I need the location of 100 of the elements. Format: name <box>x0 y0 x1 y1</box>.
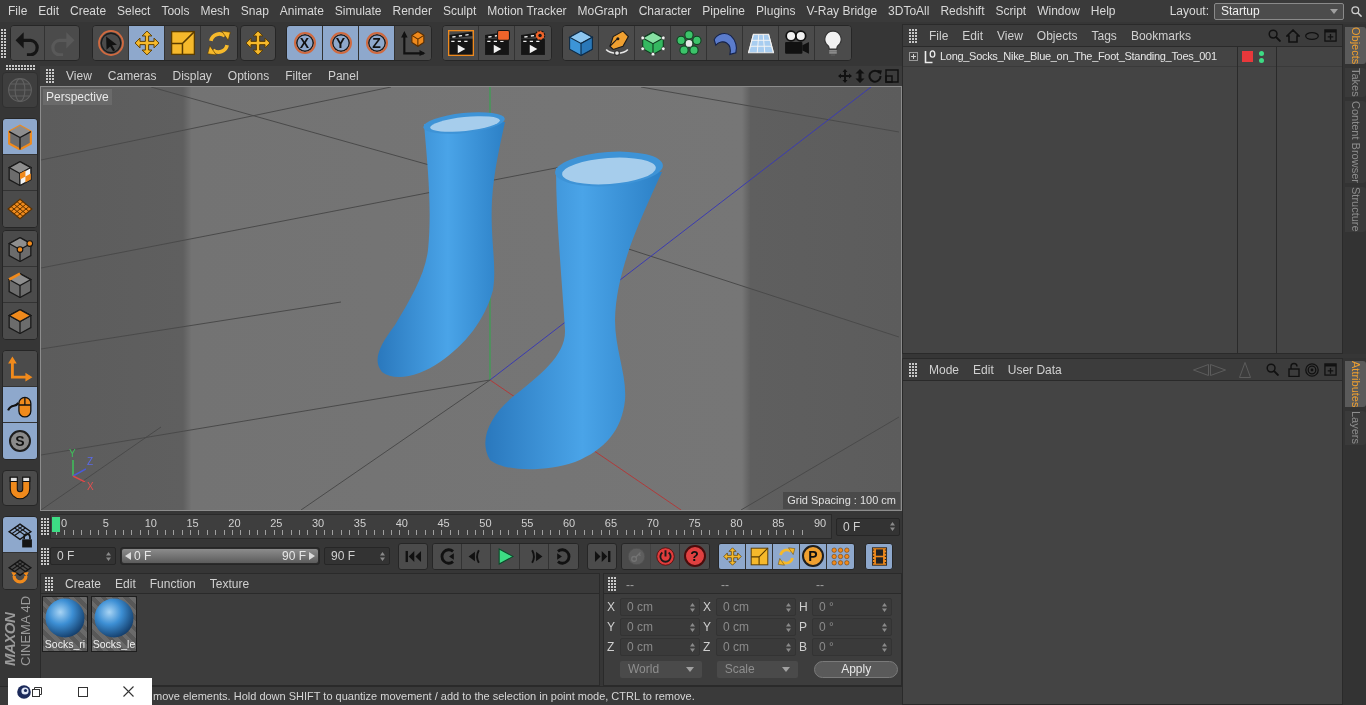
toolbar-button[interactable] <box>129 26 165 60</box>
spinner-icon[interactable] <box>890 522 895 531</box>
material-tile[interactable]: Socks_ri <box>42 596 88 652</box>
menu-item[interactable]: Panel <box>327 67 359 85</box>
menu-item[interactable]: Window <box>1037 2 1080 20</box>
menu-item[interactable]: Script <box>995 2 1027 20</box>
left-arrow-icon[interactable] <box>125 552 131 560</box>
menu-item[interactable]: Select <box>117 2 151 20</box>
menu-item[interactable]: Character <box>638 2 692 20</box>
toolbar-button[interactable] <box>563 26 599 60</box>
grip-icon[interactable] <box>45 576 53 591</box>
playback-button[interactable] <box>719 543 746 569</box>
menu-item[interactable]: Simulate <box>334 2 382 20</box>
parameter-button[interactable]: P <box>800 543 827 569</box>
caret-icon[interactable] <box>1330 8 1338 14</box>
toolbar-button[interactable] <box>240 25 276 61</box>
menu-item[interactable]: Create <box>65 574 102 593</box>
grip-icon[interactable] <box>909 28 917 43</box>
object-name[interactable]: Long_Socks_Nike_Blue_on_The_Foot_Standing_Toes_001 <box>940 48 1217 65</box>
menu-item[interactable]: Plugins <box>756 2 796 20</box>
menu-item[interactable]: Edit <box>38 2 60 20</box>
spinner-icon[interactable] <box>786 642 791 652</box>
timeline-ruler[interactable]: 0 5 10 15 20 25 30 35 40 45 50 55 60 65 70 75 80 85 90 <box>50 514 832 539</box>
spinner-icon[interactable] <box>786 622 791 632</box>
menu-item[interactable]: Redshift <box>940 2 985 20</box>
menu-item[interactable]: MoGraph <box>577 2 628 20</box>
caret-icon[interactable] <box>782 666 791 672</box>
menu-item[interactable]: 3DToAll <box>888 2 930 20</box>
menu-item[interactable]: Help <box>1090 2 1116 20</box>
restore-icon[interactable] <box>32 686 42 697</box>
panel-tab[interactable]: Layers <box>1345 411 1366 445</box>
layout-dropdown[interactable]: Startup <box>1214 2 1344 20</box>
panel-tab[interactable]: Content Browser <box>1345 101 1366 183</box>
spinner-icon[interactable] <box>380 551 385 561</box>
axis-toggle-button[interactable]: X <box>287 26 323 60</box>
playback-button[interactable] <box>827 543 854 569</box>
frame-field[interactable]: 0 F <box>50 547 116 565</box>
menu-item[interactable]: Tools <box>161 2 190 20</box>
frame-field[interactable]: 90 F <box>324 547 390 565</box>
menu-item[interactable]: Objects <box>1036 26 1078 45</box>
search-icon[interactable] <box>1351 5 1362 17</box>
right-arrow-icon[interactable] <box>309 552 315 560</box>
menu-item[interactable]: Edit <box>962 26 984 45</box>
menu-item[interactable]: View <box>66 67 92 85</box>
menu-item[interactable]: Create <box>70 2 107 20</box>
spinner-icon[interactable] <box>882 602 887 612</box>
menu-item[interactable]: V-Ray Bridge <box>806 2 878 20</box>
menu-item[interactable]: Texture <box>209 574 250 593</box>
tool-button[interactable] <box>3 387 37 423</box>
grip-icon[interactable] <box>46 69 54 83</box>
object-row[interactable]: Long_Socks_Nike_Blue_on_The_Foot_Standing_Toes_001 <box>903 47 1237 67</box>
grip-icon[interactable] <box>608 576 616 591</box>
axis-toggle-button[interactable]: Y <box>323 26 359 60</box>
panel-tab[interactable]: Takes <box>1345 68 1366 98</box>
spinner-icon[interactable] <box>882 642 887 652</box>
menu-item[interactable]: View <box>997 26 1023 45</box>
playback-button[interactable] <box>865 542 893 570</box>
menu-item[interactable]: Snap <box>240 2 269 20</box>
spinner-icon[interactable] <box>690 622 695 632</box>
tool-button[interactable] <box>3 517 37 553</box>
grip-icon[interactable] <box>1 28 6 58</box>
maximize-icon[interactable] <box>78 686 88 697</box>
menu-item[interactable]: User Data <box>1007 360 1062 379</box>
grip-icon[interactable] <box>41 518 49 535</box>
menu-item[interactable]: Motion Tracker <box>487 2 567 20</box>
toolbar-button[interactable] <box>443 26 479 60</box>
axis-toggle-button[interactable]: Z <box>359 26 395 60</box>
menu-item[interactable]: Mesh <box>200 2 230 20</box>
menu-item[interactable]: Filter <box>285 67 312 85</box>
spinner-icon[interactable] <box>882 622 887 632</box>
playback-button[interactable] <box>773 543 800 569</box>
menu-item[interactable]: Cameras <box>107 67 157 85</box>
spinner-icon[interactable] <box>690 642 695 652</box>
grip-icon[interactable] <box>41 547 49 565</box>
menu-item[interactable]: Animate <box>279 2 324 20</box>
grip-icon[interactable] <box>5 65 35 70</box>
material-tile[interactable]: Socks_le <box>91 596 137 652</box>
spinner-icon[interactable] <box>690 602 695 612</box>
menu-item[interactable]: Sculpt <box>442 2 477 20</box>
apply-button[interactable]: Apply <box>814 660 898 678</box>
expand-icon[interactable] <box>909 52 918 61</box>
menu-item[interactable]: Function <box>149 574 196 593</box>
frame-field[interactable]: 0 F <box>836 517 900 536</box>
menu-item[interactable]: File <box>8 2 28 20</box>
playback-button[interactable] <box>746 543 773 569</box>
spinner-icon[interactable] <box>106 551 111 561</box>
menu-item[interactable]: Render <box>392 2 432 20</box>
solo-button[interactable]: S <box>3 423 37 459</box>
spinner-icon[interactable] <box>786 602 791 612</box>
frame-range-slider[interactable]: 0 F 90 F <box>120 547 320 565</box>
panel-tab[interactable]: Structure <box>1345 187 1366 232</box>
caret-icon[interactable] <box>685 666 694 672</box>
menu-item[interactable]: Edit <box>115 574 136 593</box>
grip-icon[interactable] <box>909 362 917 377</box>
tool-button[interactable] <box>2 470 38 506</box>
menu-item[interactable]: Display <box>172 67 212 85</box>
menu-item[interactable]: Options <box>227 67 270 85</box>
viewport-canvas[interactable]: Perspective Grid Spacing : 100 cm Y Z X <box>40 86 902 511</box>
app-icon[interactable] <box>17 684 31 699</box>
menu-item[interactable]: Tags <box>1091 26 1117 45</box>
